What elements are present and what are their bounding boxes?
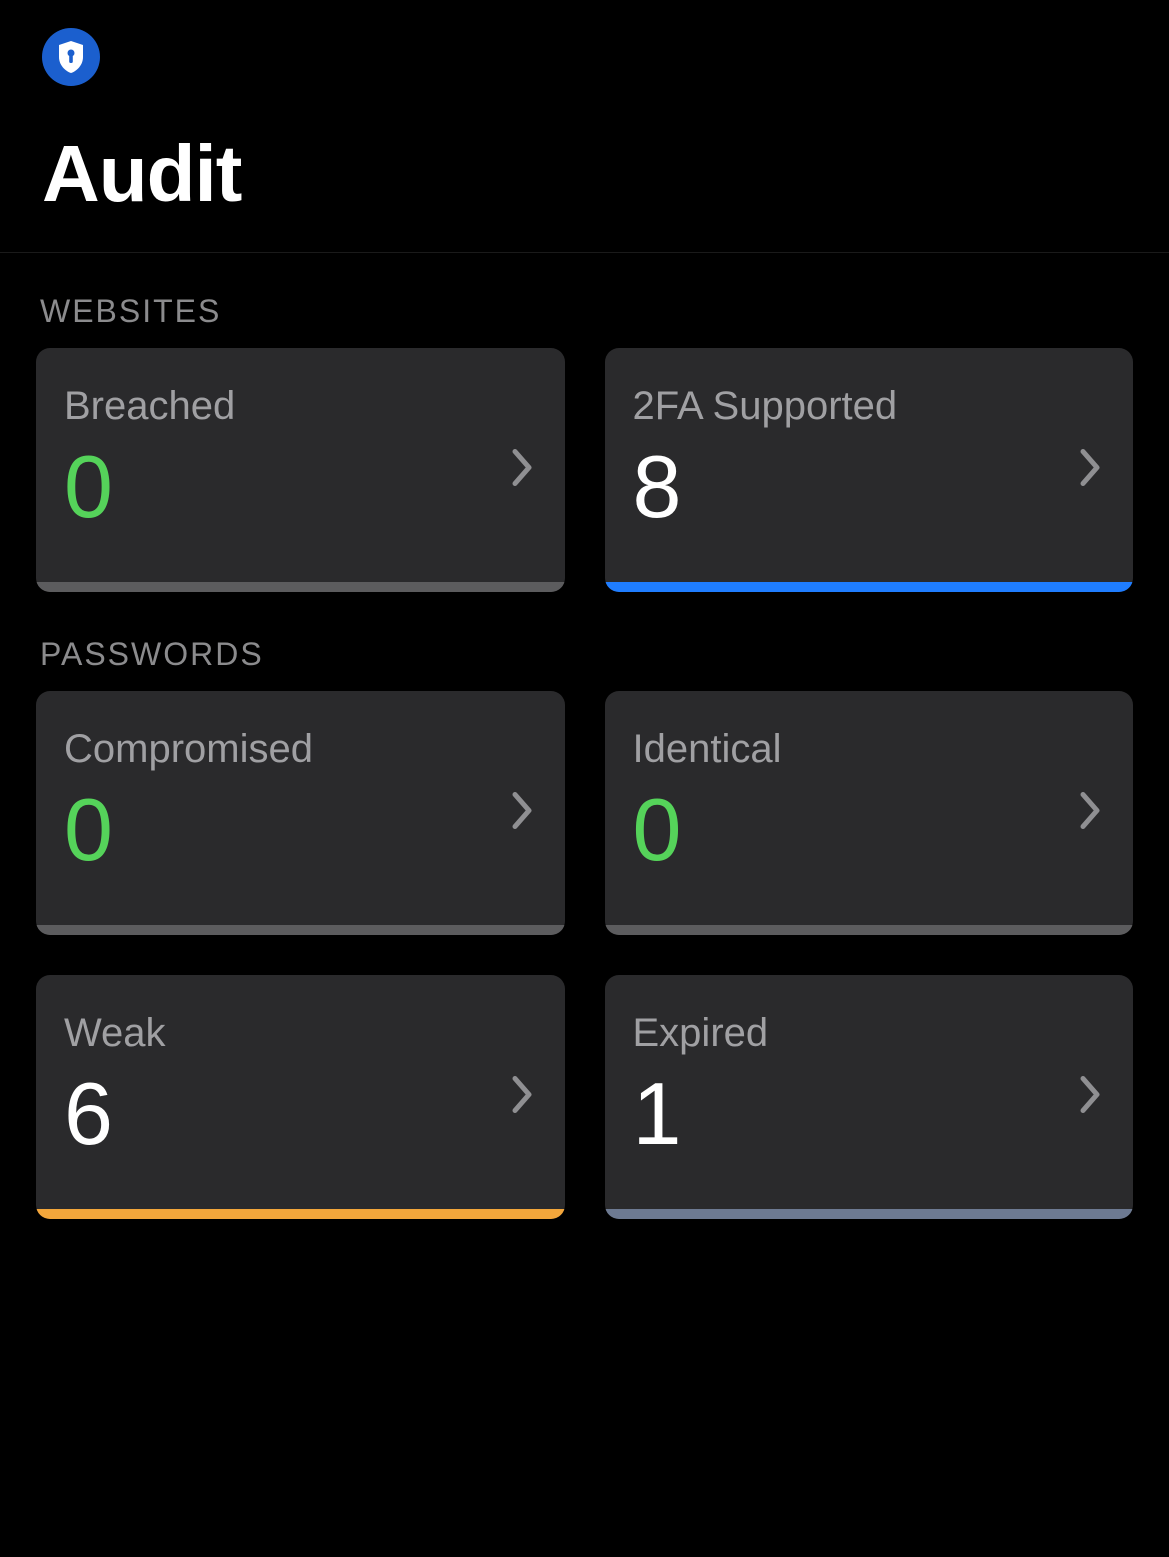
card-label: Weak [64, 1011, 537, 1056]
card-compromised[interactable]: Compromised 0 [36, 691, 565, 935]
card-value: 0 [64, 443, 537, 531]
section-passwords: PASSWORDS Compromised 0 Identical 0 Weak [36, 636, 1133, 1219]
card-accent [605, 925, 1134, 935]
chevron-right-icon [1079, 1075, 1103, 1120]
card-value: 1 [633, 1070, 1106, 1158]
card-accent [605, 582, 1134, 592]
card-accent [36, 1209, 565, 1219]
card-expired[interactable]: Expired 1 [605, 975, 1134, 1219]
card-accent [605, 1209, 1134, 1219]
card-2fa-supported[interactable]: 2FA Supported 8 [605, 348, 1134, 592]
page-title: Audit [42, 128, 1127, 220]
card-label: Identical [633, 727, 1106, 772]
chevron-right-icon [1079, 448, 1103, 493]
card-identical[interactable]: Identical 0 [605, 691, 1134, 935]
card-accent [36, 925, 565, 935]
card-label: 2FA Supported [633, 384, 1106, 429]
card-value: 8 [633, 443, 1106, 531]
app-icon [42, 28, 100, 86]
section-header-websites: WEBSITES [36, 293, 1133, 330]
chevron-right-icon [1079, 791, 1103, 836]
chevron-right-icon [511, 791, 535, 836]
card-grid-websites: Breached 0 2FA Supported 8 [36, 348, 1133, 592]
content: WEBSITES Breached 0 2FA Supported 8 P [0, 253, 1169, 1219]
section-header-passwords: PASSWORDS [36, 636, 1133, 673]
card-value: 0 [633, 786, 1106, 874]
shield-keyhole-icon [56, 40, 86, 74]
chevron-right-icon [511, 1075, 535, 1120]
chevron-right-icon [511, 448, 535, 493]
card-breached[interactable]: Breached 0 [36, 348, 565, 592]
card-label: Breached [64, 384, 537, 429]
card-value: 6 [64, 1070, 537, 1158]
header: Audit [0, 0, 1169, 253]
card-label: Expired [633, 1011, 1106, 1056]
card-label: Compromised [64, 727, 537, 772]
card-grid-passwords: Compromised 0 Identical 0 Weak 6 [36, 691, 1133, 1219]
card-accent [36, 582, 565, 592]
card-weak[interactable]: Weak 6 [36, 975, 565, 1219]
card-value: 0 [64, 786, 537, 874]
section-websites: WEBSITES Breached 0 2FA Supported 8 [36, 293, 1133, 592]
